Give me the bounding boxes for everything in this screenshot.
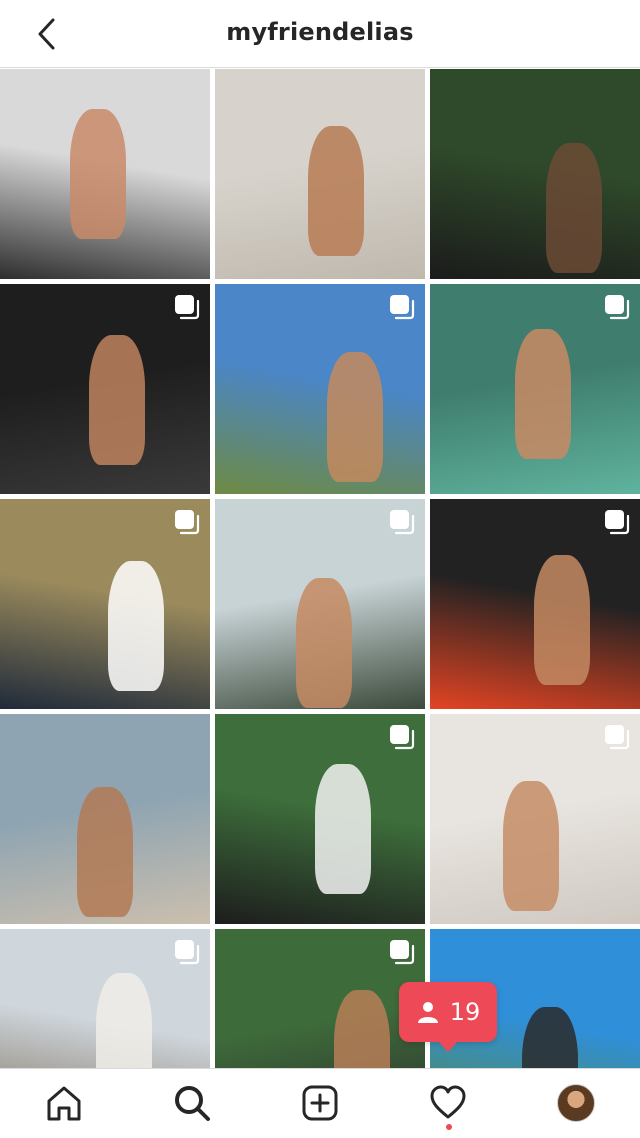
carousel-icon <box>390 940 415 965</box>
person-figure <box>334 990 390 1068</box>
person-figure <box>77 787 133 917</box>
person-figure <box>96 973 152 1068</box>
carousel-icon <box>390 295 415 320</box>
heart-icon <box>430 1085 466 1119</box>
person-icon <box>417 1002 438 1023</box>
header-bar: myfriendelias <box>0 0 640 68</box>
nav-search-button[interactable] <box>170 1081 214 1125</box>
person-figure <box>89 335 145 465</box>
person-figure <box>108 561 164 691</box>
post-thumbnail-handstand-beach[interactable] <box>0 714 210 924</box>
person-figure <box>515 329 571 459</box>
nav-new-post-button[interactable] <box>298 1081 342 1125</box>
post-thumbnail-jeep[interactable] <box>215 499 425 709</box>
follower-count: 19 <box>449 998 481 1026</box>
search-icon <box>175 1086 210 1121</box>
bottom-nav <box>0 1068 640 1138</box>
carousel-icon <box>175 295 200 320</box>
post-thumbnail-seaside-white[interactable] <box>0 929 210 1068</box>
post-thumbnail-boxing[interactable] <box>0 284 210 494</box>
plus-square-icon <box>302 1085 338 1121</box>
posts-grid <box>0 69 640 1068</box>
nav-home-button[interactable] <box>42 1081 86 1125</box>
carousel-icon <box>605 295 630 320</box>
carousel-icon <box>175 510 200 535</box>
activity-notification-dot <box>446 1124 452 1130</box>
nav-activity-button[interactable] <box>426 1081 470 1125</box>
carousel-icon <box>390 510 415 535</box>
person-figure <box>534 555 590 685</box>
person-figure <box>327 352 383 482</box>
person-figure <box>296 578 352 708</box>
carousel-icon <box>605 510 630 535</box>
post-thumbnail-rock-pool[interactable] <box>430 284 640 494</box>
post-thumbnail-beach[interactable] <box>215 69 425 279</box>
page-title: myfriendelias <box>226 18 414 46</box>
post-thumbnail-motorcycle-meadow[interactable] <box>215 714 425 924</box>
post-thumbnail-motorcycle-field[interactable] <box>0 499 210 709</box>
person-figure <box>70 109 126 239</box>
post-thumbnail-gym[interactable] <box>0 69 210 279</box>
carousel-icon <box>390 725 415 750</box>
post-thumbnail-punching-bag[interactable] <box>430 499 640 709</box>
post-thumbnail-park[interactable] <box>215 284 425 494</box>
follower-activity-toast[interactable]: 19 <box>399 982 497 1052</box>
post-thumbnail-portrait[interactable] <box>430 714 640 924</box>
person-figure <box>308 126 364 256</box>
person-figure <box>315 764 371 894</box>
carousel-icon <box>605 725 630 750</box>
home-icon <box>47 1086 81 1121</box>
post-thumbnail-motorcycle[interactable] <box>430 69 640 279</box>
avatar <box>557 1084 595 1122</box>
person-figure <box>546 143 602 273</box>
post-image <box>430 69 640 279</box>
post-thumbnail-tropical-sofa[interactable] <box>215 929 425 1068</box>
person-figure <box>503 781 559 911</box>
nav-profile-button[interactable] <box>554 1081 598 1125</box>
carousel-icon <box>175 940 200 965</box>
